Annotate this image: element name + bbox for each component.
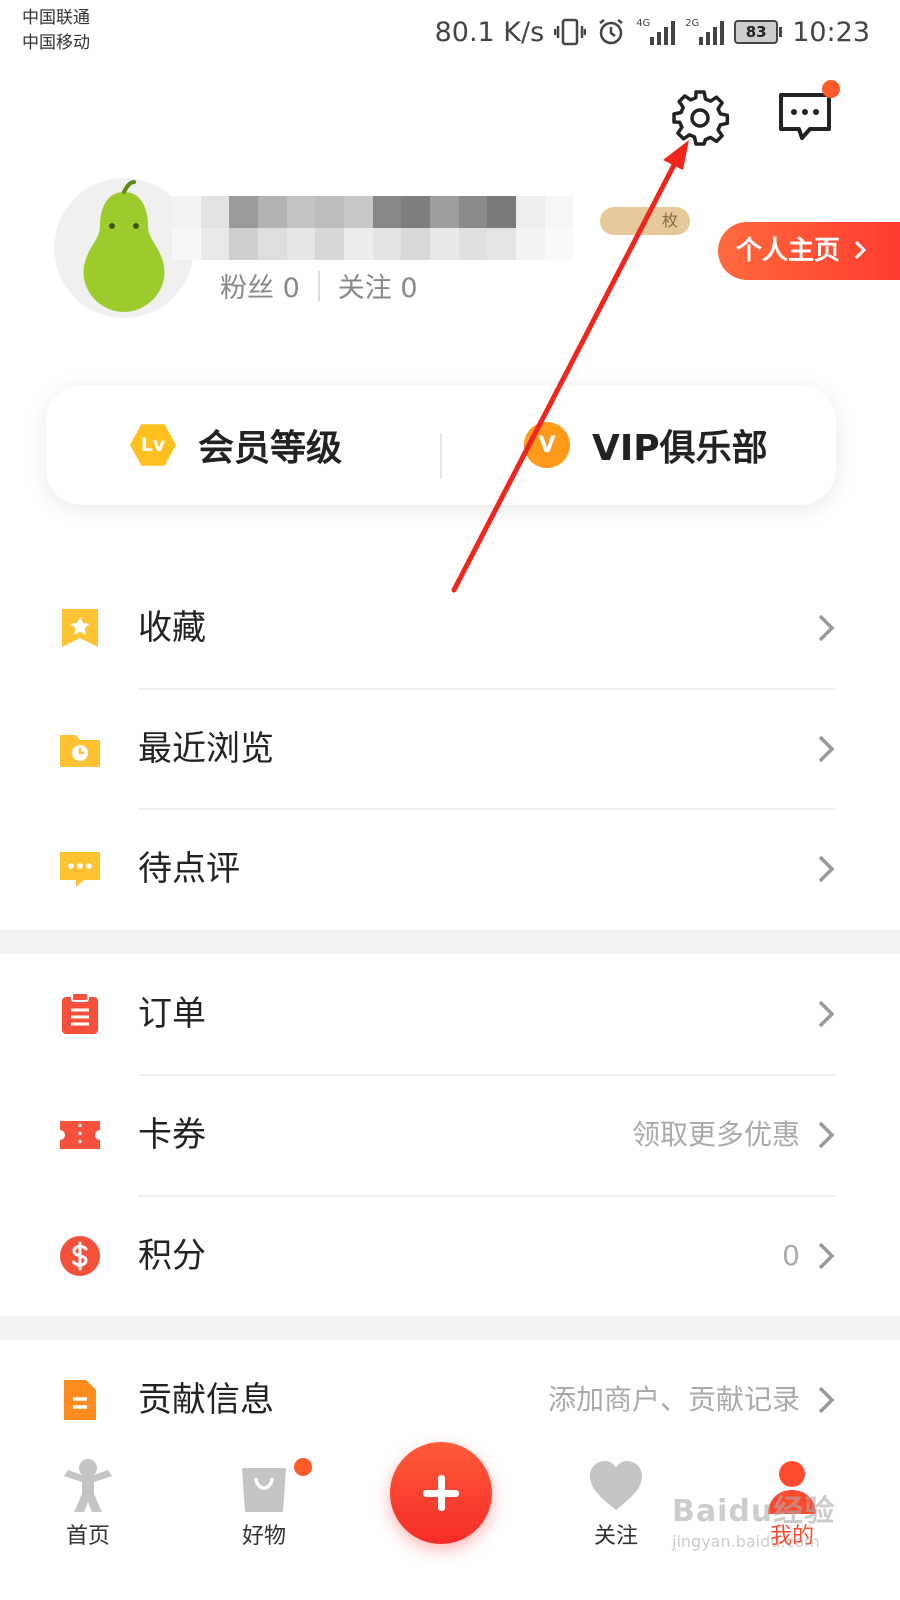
nav-goods[interactable]: 好物 xyxy=(204,1436,324,1600)
status-bar: 中国联通 中国移动 80.1 K/s 4G 2G 83 10:23 xyxy=(0,0,900,62)
section-separator xyxy=(0,930,900,954)
item-label: 积分 xyxy=(138,1236,206,1276)
member-level-label: 会员等级 xyxy=(198,428,343,469)
ticket-icon xyxy=(60,1121,100,1149)
chevron-right-icon xyxy=(818,1121,835,1149)
card-divider xyxy=(440,433,442,479)
chevron-right-icon xyxy=(818,1242,835,1270)
follow-stats: 粉丝 0 关注 0 xyxy=(220,266,418,305)
message-badge-dot xyxy=(822,80,840,98)
carrier-info: 中国联通 中国移动 xyxy=(22,6,90,56)
list-item-coupons[interactable]: 卡券 领取更多优惠 xyxy=(0,1075,900,1195)
heart-icon xyxy=(590,1461,642,1510)
goods-badge-dot xyxy=(294,1458,312,1476)
item-label: 最近浏览 xyxy=(138,729,274,769)
chevron-right-icon xyxy=(818,1000,835,1028)
level-badge-icon: Lv xyxy=(130,424,176,466)
chat-bubble-icon xyxy=(779,93,831,140)
member-card: Lv 会员等级 V VIP俱乐部 xyxy=(46,385,836,505)
username-blurred xyxy=(172,196,602,260)
battery-level: 83 xyxy=(734,20,779,44)
item-label: 订单 xyxy=(138,994,206,1034)
document-icon xyxy=(64,1380,96,1420)
chevron-right-icon xyxy=(818,614,835,642)
points-value: 0 xyxy=(782,1239,800,1272)
signal-2g-icon: 2G xyxy=(685,19,725,45)
section-separator xyxy=(0,1316,900,1340)
nav-label: 关注 xyxy=(593,1524,638,1549)
following-count[interactable]: 关注 0 xyxy=(338,266,418,305)
list-item-recent-browse[interactable]: 最近浏览 xyxy=(0,689,900,809)
settings-button[interactable] xyxy=(670,88,730,148)
nav-label: 首页 xyxy=(65,1524,110,1549)
clipboard-icon xyxy=(62,992,98,1034)
chevron-right-icon xyxy=(818,855,835,883)
list-item-orders[interactable]: 订单 xyxy=(0,954,900,1074)
personal-homepage-button[interactable]: 个人主页 xyxy=(718,222,900,280)
signal-4g-icon: 4G xyxy=(636,19,676,45)
nav-following[interactable]: 关注 xyxy=(556,1436,676,1600)
chevron-right-icon xyxy=(818,735,835,763)
vip-badge-icon: V xyxy=(524,422,570,468)
list-item-points[interactable]: 积分 0 xyxy=(0,1196,900,1316)
vip-club-label: VIP俱乐部 xyxy=(592,428,768,469)
list-item-favorites[interactable]: 收藏 xyxy=(0,568,900,688)
chevron-right-icon xyxy=(855,240,867,260)
clock: 10:23 xyxy=(792,16,870,48)
gear-icon xyxy=(672,90,730,146)
folder-clock-icon xyxy=(60,735,100,767)
carrier-2: 中国移动 xyxy=(22,33,90,53)
messages-button[interactable] xyxy=(776,80,840,148)
home-mascot-icon xyxy=(64,1459,112,1512)
stats-divider xyxy=(317,270,320,301)
vibrate-icon xyxy=(554,18,587,46)
add-button[interactable] xyxy=(390,1442,492,1544)
chevron-right-icon xyxy=(818,1386,835,1414)
coupons-hint: 领取更多优惠 xyxy=(631,1118,800,1151)
nav-home[interactable]: 首页 xyxy=(28,1436,148,1600)
comment-icon xyxy=(60,852,100,887)
net-speed: 80.1 K/s xyxy=(434,16,545,48)
nav-label: 好物 xyxy=(241,1524,286,1549)
member-level-button[interactable]: Lv 会员等级 xyxy=(130,385,342,505)
medal-badge: 枚 xyxy=(600,207,690,235)
alarm-icon xyxy=(599,19,623,45)
battery-icon: 83 xyxy=(734,20,783,44)
dollar-coin-icon xyxy=(60,1236,100,1276)
shopping-bag-icon xyxy=(242,1468,286,1512)
fans-count[interactable]: 粉丝 0 xyxy=(220,266,300,305)
bookmark-star-icon xyxy=(62,609,98,647)
watermark-sub: jingyan.baidu.com xyxy=(672,1532,820,1551)
item-label: 卡券 xyxy=(138,1115,206,1155)
watermark: Baidu经验 jingyan.baidu.com xyxy=(672,1486,872,1556)
carrier-1: 中国联通 xyxy=(22,8,90,28)
item-label: 收藏 xyxy=(138,608,206,648)
watermark-main: Baidu经验 xyxy=(672,1494,836,1529)
homepage-label: 个人主页 xyxy=(736,236,841,266)
vip-club-button[interactable]: V VIP俱乐部 xyxy=(524,385,768,505)
list-item-pending-review[interactable]: 待点评 xyxy=(0,809,900,929)
item-label: 待点评 xyxy=(138,849,240,889)
